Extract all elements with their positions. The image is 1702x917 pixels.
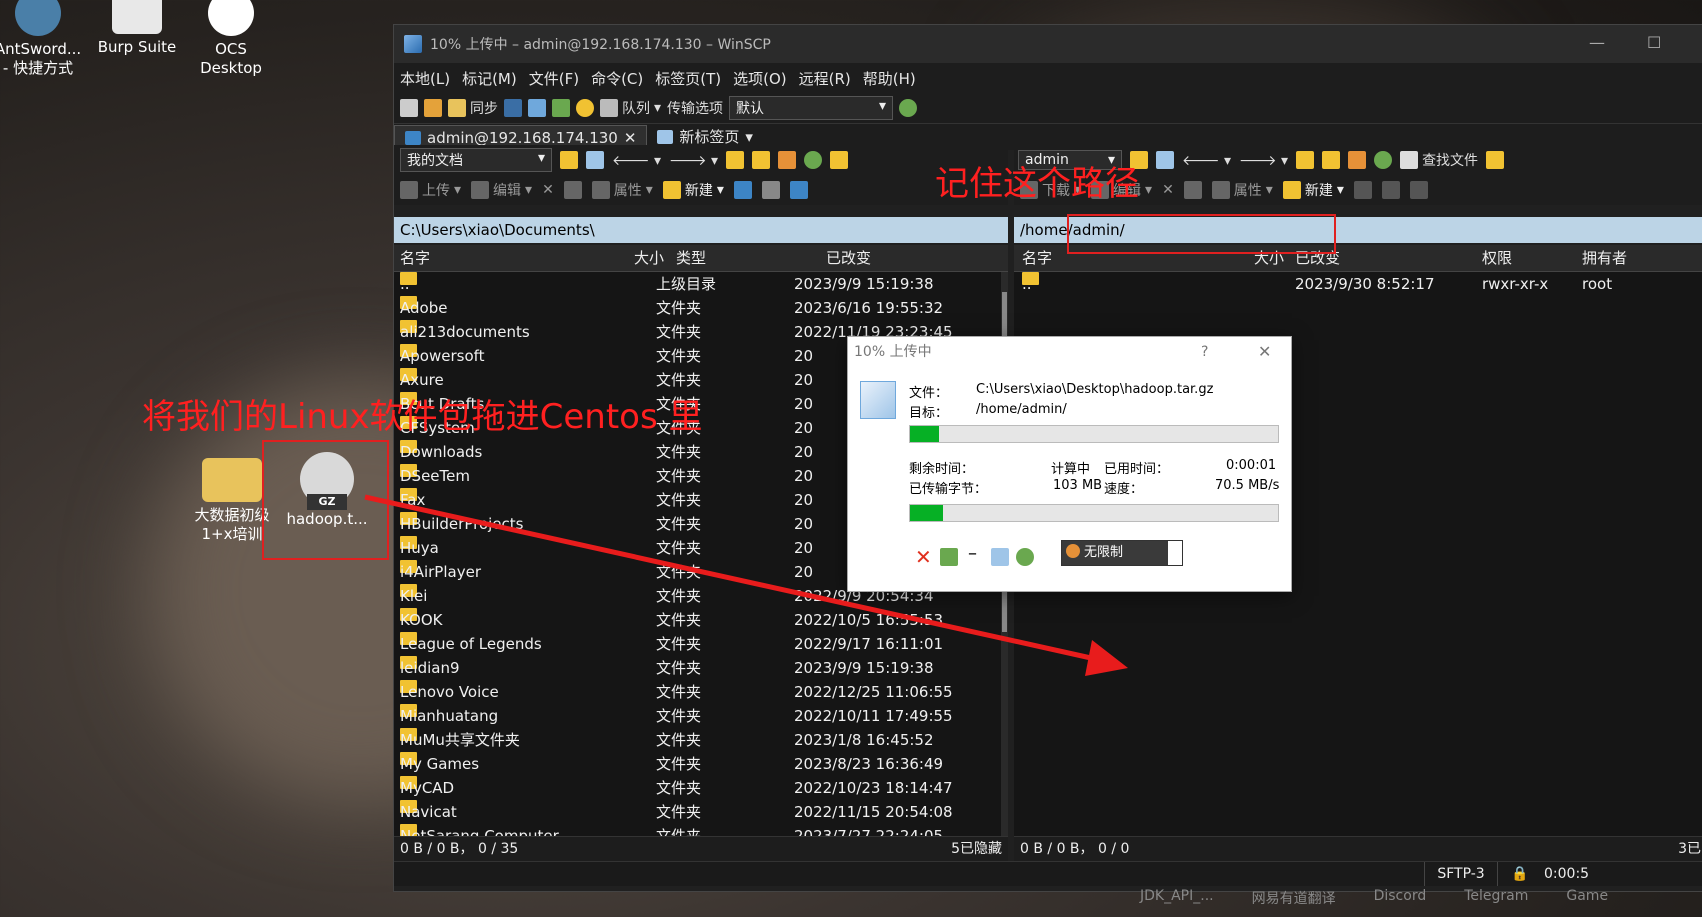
taskbar-hints: JDK_API_... 网易有道翻译 Discord Telegram Game xyxy=(1140,888,1608,908)
taskbar-label: Discord xyxy=(1373,888,1427,904)
taskbar-label: 网易有道翻译 xyxy=(1251,891,1336,907)
taskbar-label: JDK_API_... xyxy=(1140,888,1214,904)
taskbar-label: Game xyxy=(1566,888,1609,904)
drag-arrow xyxy=(364,494,1128,676)
taskbar-label: Telegram xyxy=(1464,888,1529,904)
